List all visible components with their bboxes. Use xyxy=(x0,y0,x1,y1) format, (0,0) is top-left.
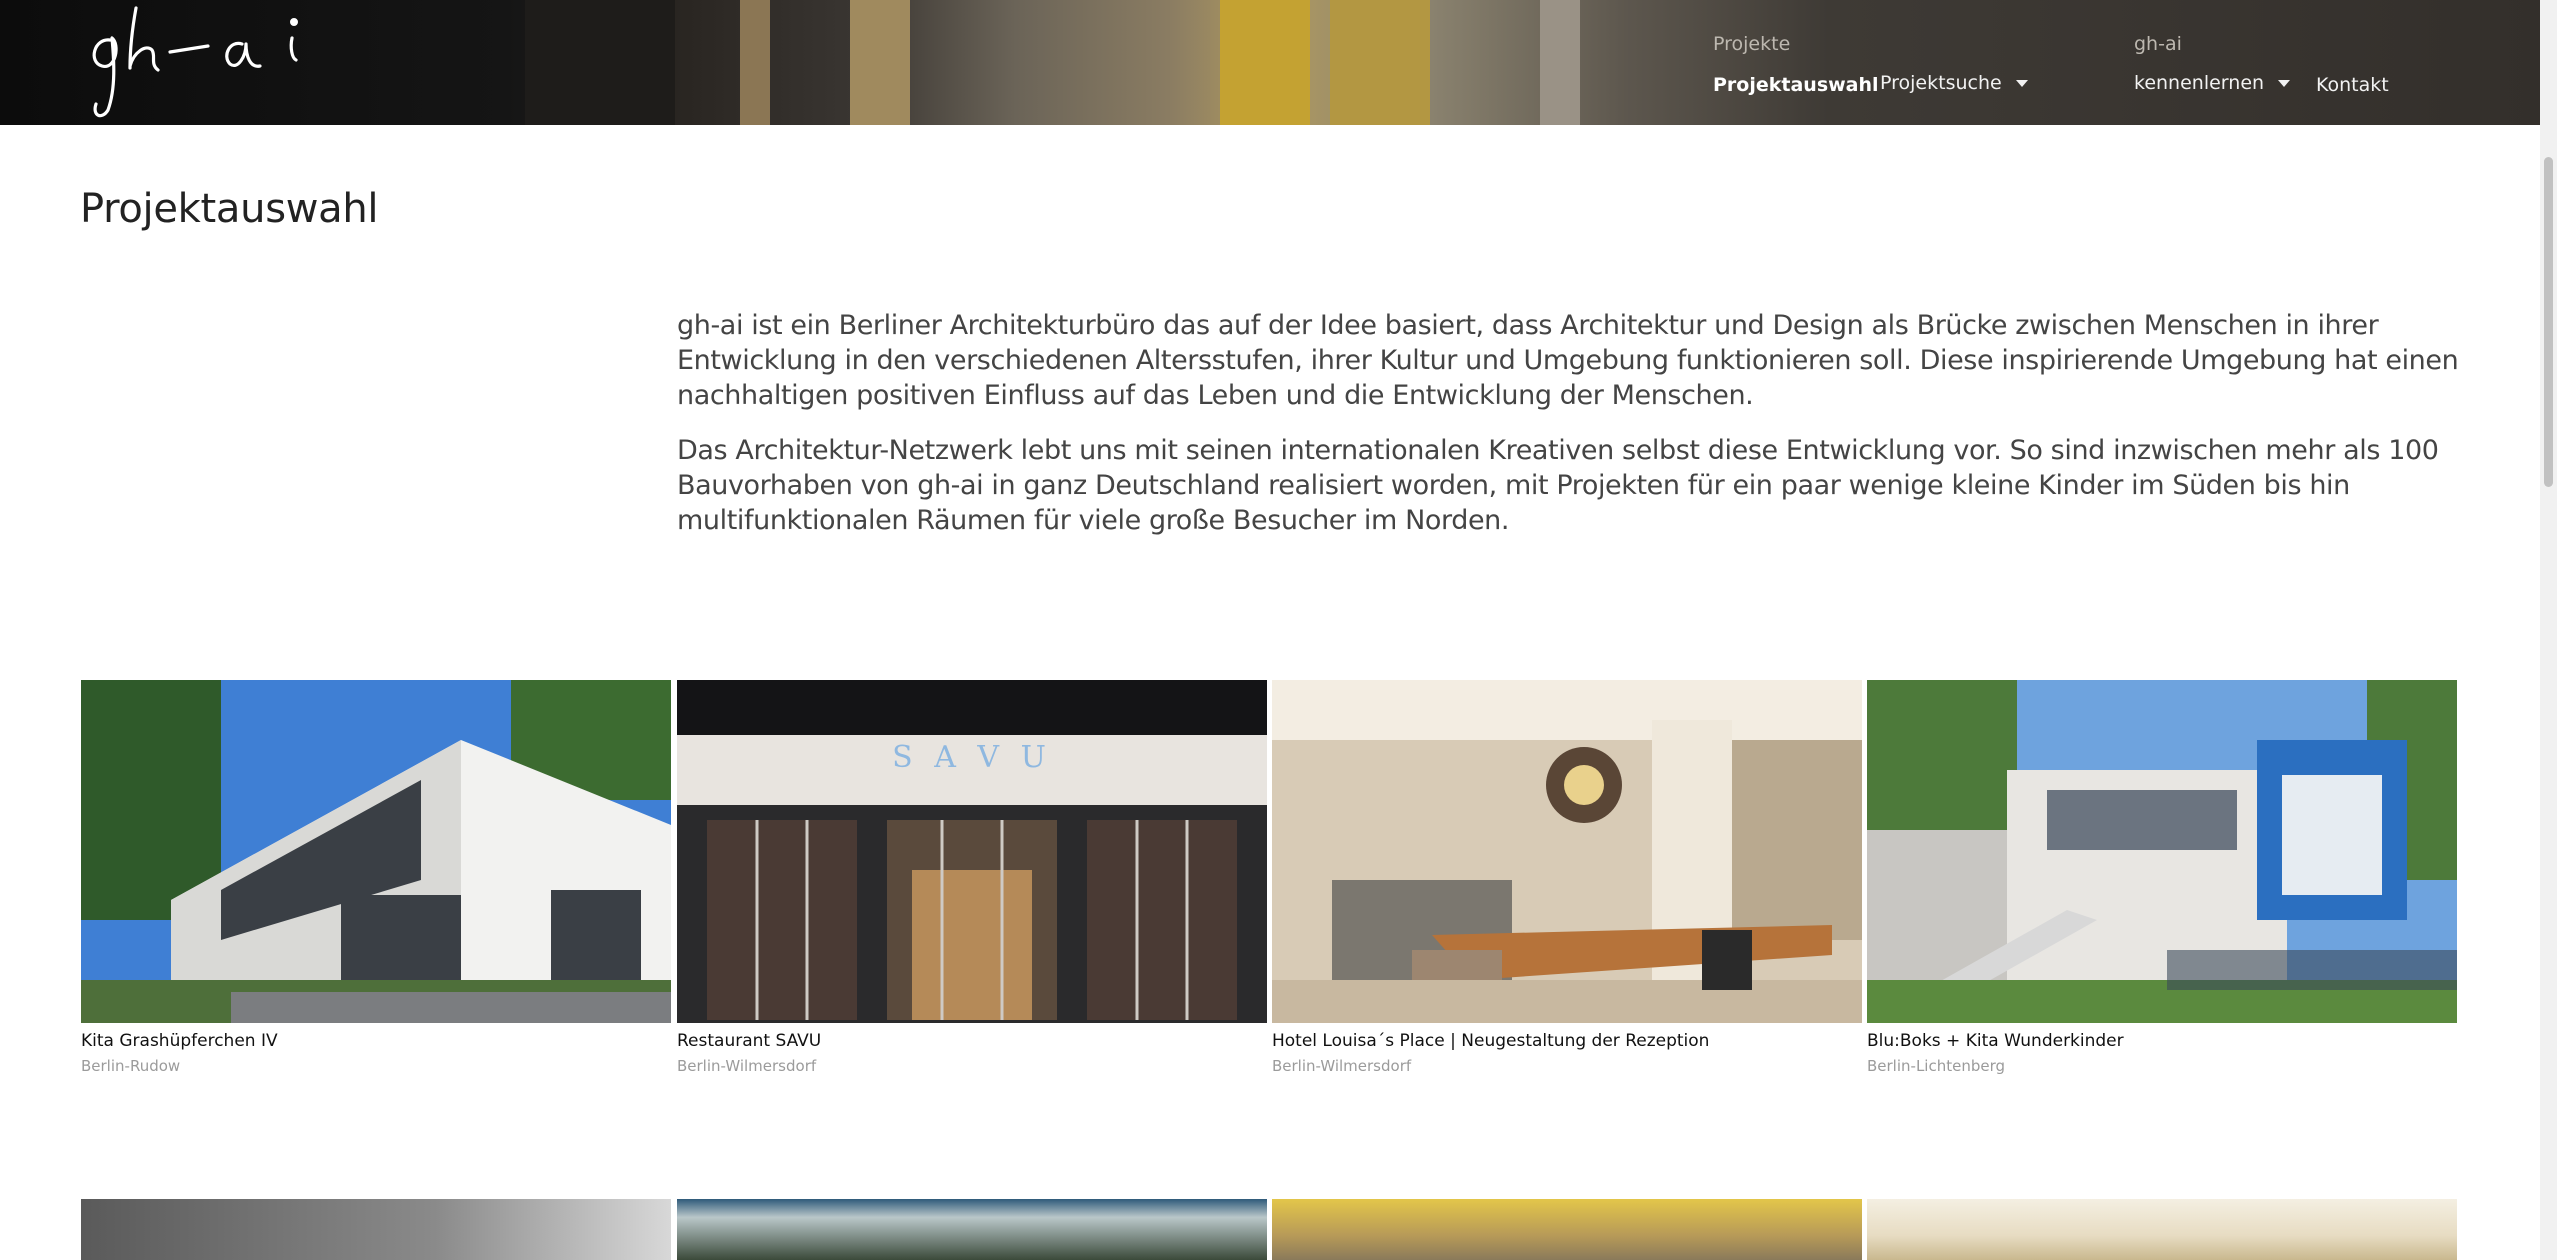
project-location: Berlin-Lichtenberg xyxy=(1867,1057,2006,1075)
nav-link-kontakt[interactable]: Kontakt xyxy=(2316,74,2389,96)
project-title: Hotel Louisa´s Place | Neugestaltung der… xyxy=(1272,1031,1710,1051)
project-title: Restaurant SAVU xyxy=(677,1031,822,1051)
intro-paragraph: Das Architektur-Netzwerk lebt uns mit se… xyxy=(677,435,2439,536)
header-background-panel xyxy=(1330,0,1430,125)
project-location: Berlin-Wilmersdorf xyxy=(677,1057,817,1075)
header-background-panel xyxy=(525,0,675,125)
header-background-panel xyxy=(1220,0,1310,125)
scrollbar-thumb[interactable] xyxy=(2544,157,2553,487)
nav-link-projektauswahl[interactable]: Projektauswahl xyxy=(1713,74,1879,96)
project-image-bluboks-kita-wunderkinder xyxy=(1867,680,2457,1023)
project-card[interactable]: Kita Grashüpferchen IV Berlin-Rudow xyxy=(81,680,671,1075)
project-card[interactable]: S A V U Restaurant SAVU Berlin-Wilmersdo… xyxy=(677,680,1267,1075)
site-header: Projekte Projektauswahl Projektsuche gh-… xyxy=(0,0,2540,125)
nav-link-kennenlernen-label: kennenlernen xyxy=(2134,72,2265,94)
nav-link-projektsuche-label: Projektsuche xyxy=(1880,72,2002,94)
page-scrollbar[interactable] xyxy=(2540,0,2557,1260)
intro-paragraph: gh-ai ist ein Berliner Architekturbüro d… xyxy=(677,310,2459,411)
project-title: Kita Grashüpferchen IV xyxy=(81,1031,278,1051)
project-card[interactable] xyxy=(81,1199,671,1260)
project-location: Berlin-Rudow xyxy=(81,1057,181,1075)
chevron-down-icon xyxy=(2278,80,2291,87)
project-card[interactable] xyxy=(1272,1199,1862,1260)
nav-section-projekte: Projekte xyxy=(1713,33,1791,55)
nav-link-kennenlernen[interactable]: kennenlernen xyxy=(2134,72,2291,94)
project-image-restaurant-savu: S A V U xyxy=(677,680,1267,1023)
header-background-panel xyxy=(740,0,770,125)
logo[interactable] xyxy=(80,0,350,125)
project-title: Blu:Boks + Kita Wunderkinder xyxy=(1867,1031,2124,1051)
project-card[interactable] xyxy=(1867,1199,2457,1260)
logo-mark xyxy=(92,6,299,118)
chevron-down-icon xyxy=(2015,80,2028,87)
header-background-panel xyxy=(1540,0,1580,125)
project-card[interactable]: Hotel Louisa´s Place | Neugestaltung der… xyxy=(1272,680,1862,1075)
nav-section-ghai: gh-ai xyxy=(2134,33,2182,55)
project-image-kita-grashuepferchen xyxy=(81,680,671,1023)
nav-link-projektsuche[interactable]: Projektsuche xyxy=(1880,72,2028,94)
project-location: Berlin-Wilmersdorf xyxy=(1272,1057,1412,1075)
intro-text: gh-ai ist ein Berliner Architekturbüro d… xyxy=(677,308,2467,558)
page-title: Projektauswahl xyxy=(80,186,379,232)
project-card[interactable]: Blu:Boks + Kita Wunderkinder Berlin-Lich… xyxy=(1867,680,2457,1075)
restaurant-sign-text: S A V U xyxy=(892,740,1052,775)
project-image-hotel-louisas-place xyxy=(1272,680,1862,1023)
header-background-panel xyxy=(850,0,910,125)
project-card[interactable] xyxy=(677,1199,1267,1260)
